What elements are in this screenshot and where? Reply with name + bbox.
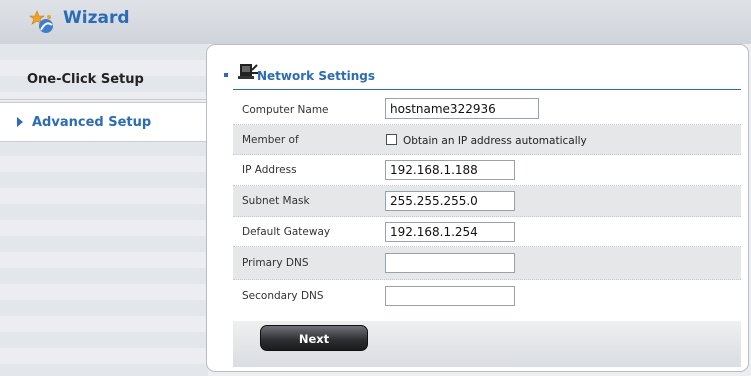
ip-address-input[interactable] (385, 160, 515, 180)
sidebar: One-Click Setup Advanced Setup (0, 44, 208, 376)
row-primary-dns: Primary DNS (233, 247, 741, 280)
sidebar-item-label: One-Click Setup (27, 72, 144, 87)
secondary-dns-input[interactable] (385, 286, 515, 306)
computer-name-label: Computer Name (242, 104, 329, 116)
row-ip-address: IP Address (233, 155, 741, 186)
section-bullet-icon (224, 73, 228, 77)
wizard-icon (29, 10, 53, 33)
next-button[interactable]: Next (260, 325, 368, 351)
settings-panel: Network Settings Computer Name Member of… (206, 44, 749, 372)
row-computer-name: Computer Name (233, 96, 741, 125)
default-gateway-input[interactable] (385, 222, 515, 242)
sidebar-item-advanced-setup[interactable]: Advanced Setup (0, 102, 208, 142)
obtain-ip-checkbox[interactable] (386, 134, 397, 145)
subnet-mask-label: Subnet Mask (242, 195, 310, 207)
primary-dns-input[interactable] (385, 253, 515, 273)
section-divider (233, 89, 741, 90)
chevron-right-icon (17, 117, 23, 127)
computer-name-input[interactable] (385, 98, 539, 119)
title-bar: Wizard (0, 0, 751, 44)
subnet-mask-input[interactable] (385, 191, 515, 211)
primary-dns-label: Primary DNS (242, 257, 309, 269)
row-member-of: Member of Obtain an IP address automatic… (233, 125, 741, 155)
ip-address-label: IP Address (242, 164, 297, 176)
default-gateway-label: Default Gateway (242, 226, 331, 238)
obtain-ip-label: Obtain an IP address automatically (403, 135, 587, 147)
sidebar-item-label: Advanced Setup (32, 115, 152, 130)
app-title: Wizard (63, 8, 130, 28)
section-title: Network Settings (257, 69, 375, 83)
network-settings-icon (238, 64, 258, 79)
secondary-dns-label: Secondary DNS (242, 290, 324, 302)
sidebar-item-one-click-setup[interactable]: One-Click Setup (0, 60, 208, 100)
panel-footer: Next (233, 321, 741, 367)
row-secondary-dns: Secondary DNS (233, 280, 741, 313)
member-of-label: Member of (242, 134, 299, 146)
row-default-gateway: Default Gateway (233, 217, 741, 247)
row-subnet-mask: Subnet Mask (233, 186, 741, 217)
